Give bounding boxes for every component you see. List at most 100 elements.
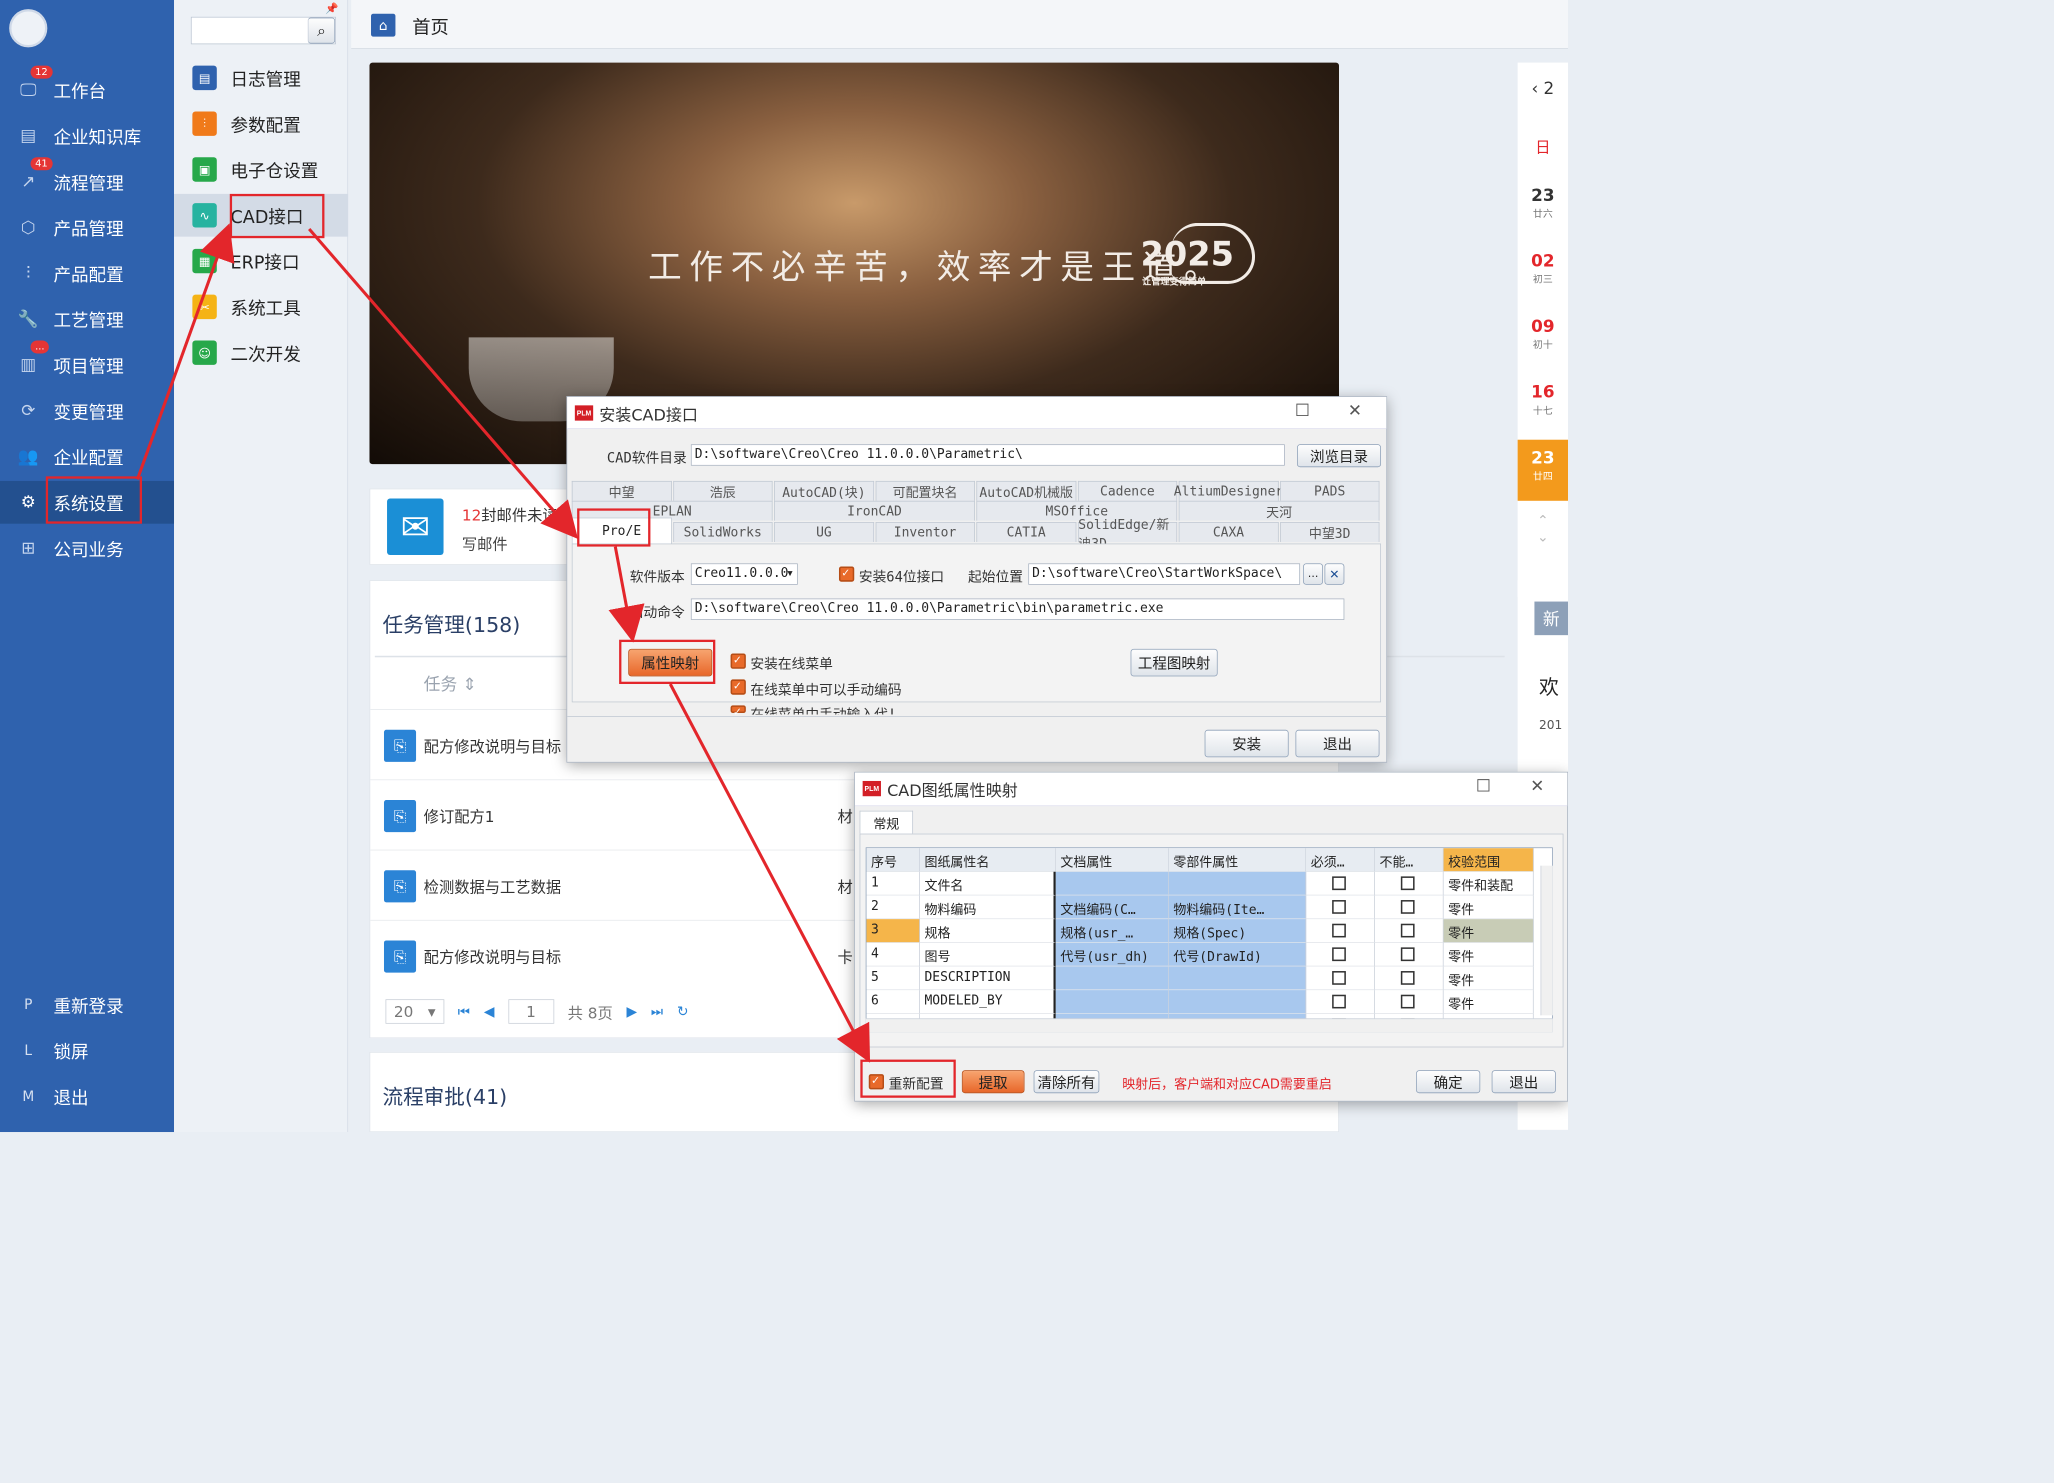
grid-checkbox-cell[interactable]: [1374, 990, 1444, 1014]
nav-item-6[interactable]: ▥ 项目管理...: [0, 340, 174, 387]
grid-cell-scope[interactable]: 零件: [1443, 966, 1534, 991]
grid-cell-no[interactable]: 6: [866, 990, 920, 1014]
grid-checkbox[interactable]: [1332, 923, 1346, 938]
grid-header-cell[interactable]: 文档属性: [1055, 848, 1169, 872]
grid-checkbox-cell[interactable]: [1306, 966, 1375, 991]
grid-cell-scope[interactable]: 零件: [1443, 942, 1534, 967]
cad-tab[interactable]: 中望: [571, 480, 672, 501]
last-page-icon[interactable]: ⏭: [651, 1003, 663, 1019]
calendar-scroll-icon[interactable]: ⌃ ⌄: [1518, 513, 1568, 545]
prev-page-icon[interactable]: ◀: [484, 1003, 495, 1019]
submenu-item-5[interactable]: ✂ 系统工具: [174, 286, 348, 329]
cad-tab[interactable]: SolidEdge/新迪3D: [1077, 517, 1178, 552]
calendar-header[interactable]: ‹ 2: [1518, 79, 1568, 98]
grid-checkbox-cell[interactable]: [1374, 919, 1444, 943]
grid-checkbox[interactable]: [1332, 971, 1346, 985]
grid-checkbox-cell[interactable]: [1374, 895, 1444, 920]
cad-tab[interactable]: Inventor: [875, 522, 975, 543]
nav-item-4[interactable]: ⫶ 产品配置: [0, 252, 174, 295]
drawing-map-button[interactable]: 工程图映射: [1130, 648, 1218, 677]
nav-bottom-item-2[interactable]: M 退出: [0, 1075, 174, 1118]
nav-item-7[interactable]: ⟳ 变更管理: [0, 389, 174, 432]
grid-checkbox[interactable]: [1332, 947, 1346, 962]
ok-button[interactable]: 确定: [1416, 1070, 1481, 1094]
grid-cell-doc[interactable]: [1055, 871, 1169, 896]
grid-checkbox-cell[interactable]: [1306, 871, 1375, 896]
nav-item-3[interactable]: ⬡ 产品管理: [0, 206, 174, 249]
grid-cell-part[interactable]: [1168, 990, 1307, 1014]
manual-input-checkbox[interactable]: [730, 704, 746, 718]
grid-cell-name[interactable]: 文件名: [919, 871, 1056, 896]
maximize-icon[interactable]: ☐: [1476, 777, 1491, 796]
calendar-day[interactable]: 09 初十: [1518, 308, 1568, 369]
nav-bottom-item-0[interactable]: P 重新登录: [0, 983, 174, 1026]
cmd-input[interactable]: D:\software\Creo\Creo 11.0.0.0\Parametri…: [690, 598, 1345, 620]
nav-item-5[interactable]: 🔧 工艺管理: [0, 298, 174, 341]
grid-checkbox-cell[interactable]: [1374, 871, 1444, 896]
grid-checkbox[interactable]: [1400, 900, 1415, 914]
install-64bit-checkbox[interactable]: [838, 565, 855, 582]
browse-dir-button[interactable]: 浏览目录: [1297, 444, 1381, 468]
nav-item-8[interactable]: 👥 企业配置: [0, 435, 174, 478]
grid-cell-part[interactable]: 代号(DrawId): [1168, 942, 1307, 967]
avatar[interactable]: [9, 9, 48, 48]
install-button[interactable]: 安装: [1204, 729, 1289, 758]
grid-checkbox[interactable]: [1400, 876, 1415, 891]
cad-tab[interactable]: CAXA: [1178, 522, 1279, 543]
grid-checkbox-cell[interactable]: [1374, 942, 1444, 967]
extract-button[interactable]: 提取: [961, 1070, 1025, 1094]
cad-tab[interactable]: 可配置块名: [875, 480, 975, 501]
calendar-day[interactable]: 02 初三: [1518, 243, 1568, 304]
mail-unread[interactable]: 12封邮件未读: [462, 503, 558, 525]
grid-cell-no[interactable]: 5: [866, 966, 920, 991]
new-button[interactable]: 新: [1534, 601, 1569, 636]
close-icon[interactable]: ✕: [1348, 402, 1362, 421]
map-dialog-titlebar[interactable]: PLM CAD图纸属性映射 ☐ ✕: [855, 772, 1568, 807]
cad-tab[interactable]: IronCAD: [774, 500, 975, 521]
grid-cell-doc[interactable]: [1055, 966, 1169, 991]
grid-vscroll[interactable]: [1540, 865, 1553, 1016]
cad-tab[interactable]: 浩辰: [672, 480, 773, 501]
cad-tab[interactable]: 中望3D: [1279, 522, 1380, 543]
maximize-icon[interactable]: ☐: [1295, 402, 1310, 421]
nav-item-1[interactable]: ▤ 企业知识库: [0, 115, 174, 158]
page-size-select[interactable]: 20 ▾: [385, 999, 444, 1024]
grid-cell-doc[interactable]: 文档编码(C…: [1055, 895, 1169, 920]
calendar-day[interactable]: 23 廿四: [1517, 439, 1569, 501]
cad-dir-input[interactable]: D:\software\Creo\Creo 11.0.0.0\Parametri…: [690, 444, 1285, 466]
grid-checkbox[interactable]: [1400, 971, 1415, 985]
nav-item-2[interactable]: ↗ 流程管理 41: [0, 157, 174, 203]
grid-cell-doc[interactable]: 规格(usr_…: [1055, 919, 1169, 943]
nav-bottom-item-1[interactable]: L 锁屏: [0, 1029, 174, 1072]
start-dir-clear-button[interactable]: ✕: [1324, 563, 1345, 585]
map-exit-button[interactable]: 退出: [1491, 1070, 1556, 1094]
grid-header-cell[interactable]: 零部件属性: [1168, 848, 1307, 872]
online-menu-checkbox[interactable]: [730, 652, 746, 669]
grid-header-cell[interactable]: 必须…: [1306, 848, 1375, 872]
cad-tab[interactable]: Cadence: [1077, 480, 1178, 501]
grid-checkbox[interactable]: [1332, 900, 1346, 914]
install-exit-button[interactable]: 退出: [1295, 729, 1380, 758]
home-icon[interactable]: ⌂: [371, 13, 396, 37]
grid-header-cell[interactable]: 序号: [866, 848, 920, 872]
grid-checkbox[interactable]: [1332, 994, 1346, 1009]
grid-checkbox[interactable]: [1400, 947, 1415, 962]
grid-header-cell[interactable]: 不能…: [1374, 848, 1444, 872]
calendar-day[interactable]: 16 十七: [1518, 374, 1568, 435]
nav-item-10[interactable]: ⊞ 公司业务: [0, 527, 174, 570]
submenu-item-2[interactable]: ▣ 电子仓设置: [174, 148, 348, 191]
page-number-input[interactable]: 1: [508, 999, 554, 1024]
tab-general[interactable]: 常规: [859, 810, 914, 834]
manual-code-checkbox[interactable]: [730, 678, 746, 695]
cad-tab[interactable]: UG: [774, 522, 874, 543]
grid-checkbox[interactable]: [1332, 876, 1346, 891]
grid-hscroll[interactable]: [865, 1018, 1553, 1033]
cad-tab[interactable]: 天河: [1178, 500, 1380, 521]
calendar-day[interactable]: 23 廿六: [1518, 177, 1568, 238]
grid-cell-name[interactable]: DESCRIPTION: [919, 966, 1056, 991]
cad-tab[interactable]: AutoCAD机械版: [976, 480, 1077, 501]
grid-checkbox-cell[interactable]: [1306, 919, 1375, 943]
grid-cell-name[interactable]: 物料编码: [919, 895, 1056, 920]
submenu-item-6[interactable]: ☺ 二次开发: [174, 331, 348, 374]
grid-cell-scope[interactable]: 零件: [1443, 895, 1534, 920]
